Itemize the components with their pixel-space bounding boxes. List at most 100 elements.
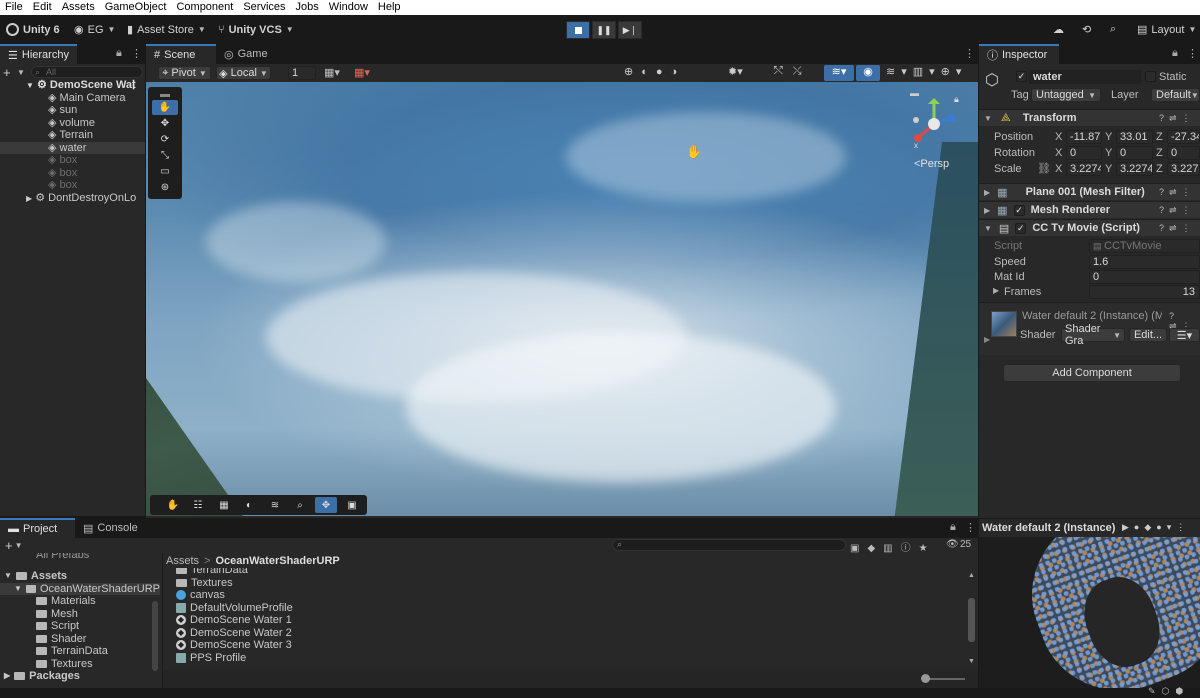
mesh-renderer-checkbox[interactable]: ✓ [1013, 204, 1025, 216]
history-button[interactable]: ⟲ [1082, 15, 1091, 44]
tree-item-materials[interactable]: Materials [36, 595, 96, 608]
preview-controls-icons[interactable]: ▶●◆●▾⋮ [1122, 522, 1190, 533]
kebab-menu-icon[interactable]: ⋮ [128, 79, 139, 92]
persp-label[interactable]: <Persp [914, 158, 949, 170]
overlay-icons[interactable]: ≋▾▥▾⊕▾ [886, 65, 967, 78]
tree-item-assets[interactable]: ▼ Assets [4, 570, 67, 583]
menu-window[interactable]: Window [324, 0, 373, 15]
vcs-dropdown[interactable]: ⑂ Unity VCS ▼ [218, 15, 294, 44]
rotation-z-field[interactable]: 0 [1167, 146, 1200, 160]
mesh-renderer-header[interactable]: ▶ ▦ ✓ Mesh Renderer ?⇌⋮ [979, 201, 1200, 218]
zoom-button[interactable]: ⌕ [289, 497, 311, 513]
menu-jobs[interactable]: Jobs [291, 0, 324, 15]
scale-y-field[interactable]: 3.2274 [1116, 162, 1153, 176]
hierarchy-item-box[interactable]: ◈ box [0, 179, 145, 192]
speed-field[interactable]: 1.6 [1089, 255, 1200, 269]
kebab-menu-icon[interactable]: ⋮ [1187, 47, 1198, 60]
rotation-y-field[interactable]: 0 [1116, 146, 1153, 160]
lock-icon[interactable]: 🔒︎ [1172, 47, 1178, 60]
asset-store-dropdown[interactable]: ▮ Asset Store ▼ [127, 15, 206, 44]
scale-z-field[interactable]: 3.2274 [1167, 162, 1200, 176]
menu-services[interactable]: Services [238, 0, 290, 15]
expand-arrow-icon[interactable]: ▶ [984, 206, 990, 215]
component-actions-icons[interactable]: ?⇌⋮ [1159, 187, 1196, 198]
menu-gameobject[interactable]: GameObject [100, 0, 172, 15]
tab-console[interactable]: ▤ Console [75, 518, 146, 538]
visibility-toggle[interactable]: ◉ [856, 65, 880, 81]
material-section[interactable]: Water default 2 (Instance) (M ?⇌⋮ Shader… [979, 302, 1200, 355]
chevron-down-icon[interactable]: ▼ [15, 541, 23, 550]
menu-assets[interactable]: Assets [57, 0, 100, 15]
hierarchy-item-box[interactable]: ◈ box [0, 154, 145, 167]
snap-increment-icon[interactable]: ▦▾ [354, 66, 370, 79]
grid-snap-icon[interactable]: ▦▾ [324, 66, 340, 79]
add-component-button[interactable]: Add Component [1003, 364, 1181, 382]
menu-help[interactable]: Help [373, 0, 406, 15]
search-button[interactable]: ⌕ [1110, 15, 1116, 44]
breadcrumb-current[interactable]: OceanWaterShaderURP [215, 555, 339, 567]
axis-gizmo-icon[interactable]: x [912, 98, 956, 148]
layers-button[interactable]: ≋ [264, 497, 286, 513]
account-dropdown[interactable]: ◉ EG ▼ [74, 15, 115, 44]
transform-tool-button[interactable]: ⊛ [152, 180, 178, 195]
kebab-menu-icon[interactable]: ⋮ [131, 47, 142, 60]
expand-arrow-icon[interactable]: ▶ [984, 335, 990, 344]
position-x-field[interactable]: -11.87 [1066, 130, 1102, 144]
position-y-field[interactable]: 33.01 [1116, 130, 1153, 144]
project-search-input[interactable]: ⌕ [612, 539, 846, 551]
draw-mode-icons[interactable]: ⊕◐●◑ [624, 65, 685, 78]
project-filter-icons[interactable]: ▣◆▥ⓘ★ [850, 539, 936, 554]
script-header[interactable]: ▼ ▤ ✓ CC Tv Movie (Script) ?⇌⋮ [979, 219, 1200, 236]
tree-item-all-prefabs[interactable]: All Prefabs [36, 553, 89, 562]
mesh-filter-header[interactable]: ▶ ▦ Plane 001 (Mesh Filter) ?⇌⋮ [979, 183, 1200, 200]
expand-arrow-icon[interactable]: ▼ [984, 224, 992, 233]
menu-file[interactable]: File [0, 0, 28, 15]
expand-arrow-icon[interactable]: ▼ [14, 583, 22, 596]
tree-item-script[interactable]: Script [36, 620, 79, 633]
tab-hierarchy[interactable]: ☰ Hierarchy [0, 44, 77, 64]
expand-arrow-icon[interactable]: ▼ [26, 81, 34, 90]
play-button[interactable] [566, 21, 590, 39]
scroll-up-icon[interactable]: ▲ [968, 572, 975, 579]
paint-button[interactable]: ▦ [213, 497, 235, 513]
script-enabled-checkbox[interactable]: ✓ [1015, 222, 1027, 234]
expand-arrow-icon[interactable]: ▶ [4, 670, 10, 683]
kebab-menu-icon[interactable]: ⋮ [965, 521, 976, 534]
scroll-down-icon[interactable]: ▼ [968, 658, 975, 665]
pause-button[interactable]: ❚❚ [592, 21, 616, 39]
component-actions-icons[interactable]: ?⇌⋮ [1159, 113, 1196, 124]
chevron-down-icon[interactable]: ▼ [17, 68, 31, 77]
layer-dropdown[interactable]: Default ▼ [1151, 88, 1200, 102]
list-item[interactable]: ◆ DemoScene Water 1 [176, 614, 292, 627]
static-checkbox[interactable] [1145, 71, 1156, 82]
hierarchy-item-sun[interactable]: ◈ sun [0, 104, 145, 117]
file-list-scrollbar[interactable] [968, 598, 975, 642]
expand-arrow-icon[interactable]: ▶ [26, 194, 32, 203]
scale-x-field[interactable]: 3.2274 [1066, 162, 1102, 176]
component-actions-icons[interactable]: ?⇌⋮ [1159, 223, 1196, 234]
move-button[interactable]: ✥ [315, 497, 337, 513]
hierarchy-item-box[interactable]: ◈ box [0, 167, 145, 180]
shader-dropdown[interactable]: Shader Gra ▼ [1061, 323, 1125, 347]
add-icon[interactable]: + [3, 65, 17, 80]
tab-scene[interactable]: # Scene [146, 44, 216, 64]
expand-arrow-icon[interactable]: ▶ [993, 286, 999, 295]
scale-tool-button[interactable]: ⤡ [152, 148, 178, 163]
object-name-input[interactable]: water [1029, 70, 1141, 84]
tree-item-packages[interactable]: ▶ Packages [4, 670, 80, 683]
local-dropdown[interactable]: ◈ Local ▼ [216, 66, 271, 80]
cloud-button[interactable]: ☁ [1053, 15, 1064, 44]
tree-item-textures[interactable]: Textures [36, 658, 93, 671]
list-item[interactable]: canvas [176, 589, 225, 602]
tree-item-mesh[interactable]: Mesh [36, 608, 78, 621]
list-item[interactable]: Textures [176, 577, 233, 590]
transform-header[interactable]: ▼ ⟁ Transform ?⇌⋮ [979, 109, 1200, 126]
expand-arrow-icon[interactable]: ▼ [4, 570, 12, 583]
hand-tool-button[interactable]: ✋ [152, 100, 178, 115]
breadcrumb-assets[interactable]: Assets [166, 555, 199, 567]
hierarchy-search-input[interactable]: ⌕ All [31, 66, 143, 78]
shading-button[interactable]: ◐ [238, 497, 260, 513]
step-button[interactable]: ▶❘ [618, 21, 642, 39]
expand-arrow-icon[interactable]: ▼ [984, 114, 992, 123]
rotate-tool-button[interactable]: ⟳ [152, 132, 178, 147]
